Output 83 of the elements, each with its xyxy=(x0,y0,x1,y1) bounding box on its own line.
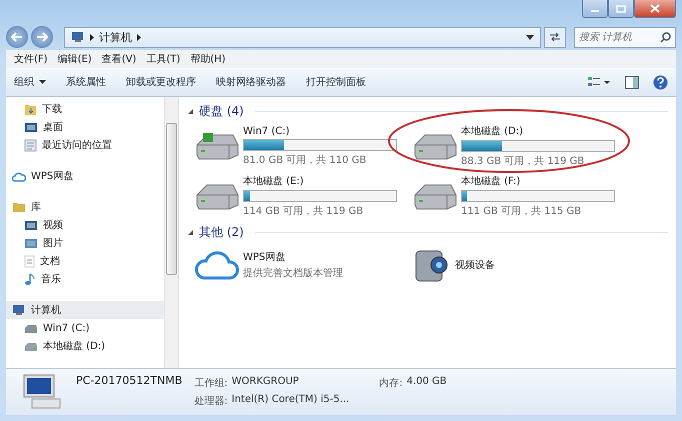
item-name[interactable]: 本地磁盘 (E:) xyxy=(243,174,405,188)
computer-icon xyxy=(71,31,85,43)
menu-item[interactable]: 工具(T) xyxy=(146,52,180,66)
folder-icon xyxy=(24,102,37,116)
recent-places-icon xyxy=(24,138,37,152)
view-options-button[interactable] xyxy=(587,75,611,89)
scrollbar-thumb[interactable] xyxy=(166,123,177,275)
sidebar-item[interactable]: 音乐 xyxy=(6,270,164,288)
menu-item[interactable]: 查看(V) xyxy=(102,52,136,66)
maximize-button[interactable] xyxy=(608,0,634,18)
detail-label: 内存: xyxy=(379,376,403,390)
item-description: 111 GB 可用，共 115 GB xyxy=(461,204,582,218)
menu-item[interactable]: 帮助(H) xyxy=(190,52,226,66)
folder-icon xyxy=(12,201,26,213)
menu-item[interactable]: 编辑(E) xyxy=(58,52,92,66)
chevron-icon[interactable] xyxy=(137,34,141,40)
scrollbar[interactable] xyxy=(164,97,178,368)
sidebar-item[interactable]: 视频 xyxy=(6,216,164,234)
hard-drive-icon[interactable] xyxy=(195,131,239,161)
toolbar-button[interactable]: 映射网络驱动器 xyxy=(216,73,286,91)
item-description: 提供完善文档版本管理 xyxy=(243,266,344,280)
expand-arrow-icon[interactable] xyxy=(187,108,194,115)
document-icon xyxy=(24,254,35,268)
music-note-icon xyxy=(24,272,36,286)
monitor-icon xyxy=(24,238,38,248)
monitor-icon xyxy=(24,122,38,132)
item-description: 81.0 GB 可用，共 110 GB xyxy=(243,154,368,166)
computer-icon xyxy=(12,304,26,316)
sidebar-item[interactable]: 文档 xyxy=(6,252,164,270)
computer-name: PC-20170512TNMB xyxy=(76,374,182,387)
detail-value: 4.00 GB xyxy=(406,376,447,389)
sidebar-item[interactable]: 最近访问的位置 xyxy=(6,136,164,154)
section-title: 其他 (2) xyxy=(199,224,244,241)
menu-item[interactable]: 文件(F) xyxy=(14,52,48,66)
preview-pane-button[interactable] xyxy=(625,76,639,88)
item-description: 88.3 GB 可用，共 119 GB xyxy=(461,154,586,168)
back-button[interactable] xyxy=(6,26,28,48)
detail-value: Intel(R) Core(TM) i5-5... xyxy=(232,394,350,407)
refresh-button[interactable] xyxy=(544,26,566,48)
sidebar-item[interactable]: 本地磁盘 (D:) xyxy=(6,337,164,355)
chevron-icon[interactable] xyxy=(90,34,94,40)
breadcrumb-item[interactable]: 计算机 xyxy=(99,30,132,44)
detail-label: 工作组: xyxy=(194,377,228,390)
minimize-button[interactable] xyxy=(582,0,608,18)
item-name[interactable]: 视频设备 xyxy=(455,258,623,272)
item-description: 114 GB 可用，共 119 GB xyxy=(243,204,364,218)
section-title: 硬盘 (4) xyxy=(199,103,244,120)
sidebar-item[interactable]: WPS网盘 xyxy=(6,167,164,185)
toolbar-button[interactable]: 系统属性 xyxy=(66,73,106,91)
sidebar-item[interactable]: 下载 xyxy=(6,100,164,118)
refresh-arrows-icon xyxy=(549,32,561,42)
close-button[interactable] xyxy=(634,0,676,18)
sidebar-item[interactable]: 计算机 xyxy=(6,301,164,319)
forward-button[interactable] xyxy=(31,26,53,48)
toolbar-button[interactable]: 组织 xyxy=(14,73,46,91)
close-icon xyxy=(650,4,660,13)
maximize-icon xyxy=(616,4,626,12)
search-icon xyxy=(660,32,671,42)
cloud-icon xyxy=(12,170,26,182)
dropdown-caret-icon[interactable] xyxy=(526,34,534,40)
sidebar-item[interactable]: 桌面 xyxy=(6,118,164,136)
item-name[interactable]: Win7 (C:) xyxy=(243,126,405,136)
sidebar-item[interactable]: 图片 xyxy=(6,234,164,252)
help-button[interactable] xyxy=(653,74,668,90)
address-bar[interactable]: 计算机 xyxy=(64,26,541,48)
forward-arrow-icon xyxy=(36,32,48,42)
monitor-icon xyxy=(24,220,38,230)
search-box[interactable]: 搜索 计算机 xyxy=(574,26,676,48)
toolbar-button[interactable]: 打开控制面板 xyxy=(306,73,366,91)
item-name[interactable]: 本地磁盘 (D:) xyxy=(461,124,623,138)
drive-icon xyxy=(24,322,38,334)
search-field[interactable]: 搜索 计算机 xyxy=(579,32,660,42)
toolbar-button[interactable]: 卸载或更改程序 xyxy=(126,73,196,91)
expand-arrow-icon[interactable] xyxy=(187,229,194,236)
item-name[interactable]: WPS网盘 xyxy=(243,250,405,264)
detail-label: 处理器: xyxy=(194,394,228,408)
detail-value: WORKGROUP xyxy=(232,376,299,389)
back-arrow-icon xyxy=(11,32,23,42)
item-name[interactable]: 本地磁盘 (F:) xyxy=(461,174,623,188)
sidebar-item[interactable]: 库 xyxy=(6,198,164,216)
cloud-icon[interactable] xyxy=(195,249,239,281)
sidebar-item[interactable]: Win7 (C:) xyxy=(6,319,164,337)
drive-icon xyxy=(24,340,38,352)
